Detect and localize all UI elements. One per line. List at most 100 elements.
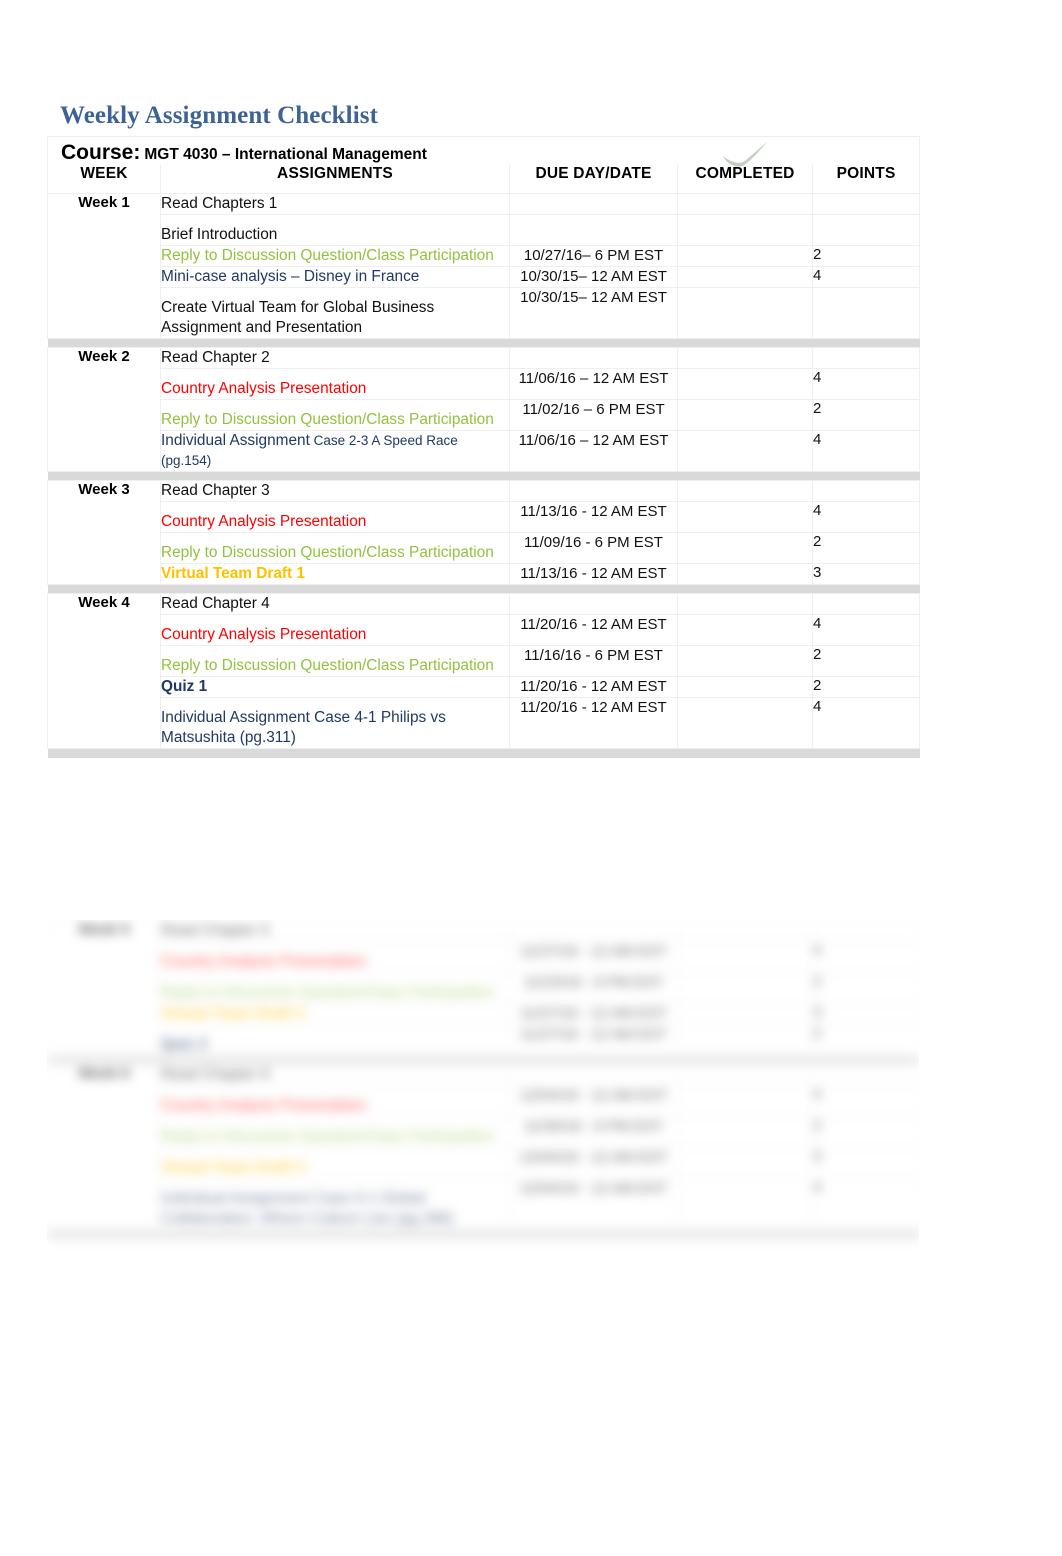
week-separator-segment — [160, 748, 510, 758]
assignment-cell: Reply to Discussion Question/Class Parti… — [160, 1116, 510, 1148]
due-date-text: 10/30/15– 12 AM EST — [520, 289, 667, 306]
points-value: 2 — [813, 1117, 822, 1134]
completed-cell[interactable] — [677, 645, 813, 677]
week-separator-segment — [509, 338, 678, 348]
assignment-cell: Country Analysis Presentation — [160, 1085, 510, 1117]
table-row: Week 2 Read Chapter 2 — [47, 347, 921, 472]
schedule-table: Course: MGT 4030 – International Manageme… — [46, 136, 921, 758]
completed-cell[interactable] — [677, 1024, 813, 1056]
week-separator-segment — [509, 1055, 678, 1065]
completed-cell[interactable] — [677, 347, 813, 369]
completed-cell[interactable] — [677, 214, 813, 246]
week-separator-segment — [509, 1229, 678, 1239]
completed-cell[interactable] — [677, 1116, 813, 1148]
points-cell — [811, 193, 921, 215]
due-date-text: 12/04/16 - 12 AM EST — [519, 1149, 668, 1166]
table-row: Quiz 2 11/27/16 - 12 AM EST 2 — [48, 1024, 919, 1056]
completed-cell[interactable] — [677, 1147, 813, 1179]
points-cell: 4 — [812, 1178, 919, 1230]
table-row: Country Analysis Presentation 12/04/16 - … — [48, 1085, 919, 1117]
due-date-text: 11/30/16 - 6 PM EST — [524, 1118, 663, 1135]
week-separator-segment — [509, 471, 678, 481]
completed-cell[interactable] — [677, 430, 813, 472]
week-separator-segment — [677, 1055, 813, 1065]
completed-cell[interactable] — [677, 501, 813, 533]
completed-cell[interactable] — [677, 1178, 813, 1230]
completed-cell[interactable] — [677, 593, 813, 615]
points-value: 3 — [813, 564, 822, 581]
table-row: Country Analysis Presentation 11/27/16 - … — [48, 941, 919, 973]
assignment-cell: Create Virtual Team for Global Business … — [160, 287, 510, 339]
completed-cell[interactable] — [677, 614, 813, 646]
due-date-cell: 12/04/16 - 12 AM EST — [509, 1085, 678, 1117]
week-label-cell: Week 2 — [47, 347, 161, 472]
points-cell: 4 — [811, 614, 921, 646]
week-separator-segment — [160, 338, 510, 348]
table-row: Create Virtual Team for Global Business … — [48, 287, 921, 339]
assignment-text: Read Chapter 2 — [161, 349, 270, 366]
due-date-cell — [509, 1064, 678, 1086]
assignment-text: Reply to Discussion Question/Class Parti… — [161, 1128, 494, 1145]
week-separator-segment — [160, 471, 510, 481]
points-cell: 4 — [812, 941, 919, 973]
completed-cell[interactable] — [677, 245, 813, 267]
assignment-cell: Read Chapter 5 — [160, 920, 510, 942]
completed-cell[interactable] — [677, 399, 813, 431]
document-page: Weekly Assignment Checklist Course: MGT 4… — [0, 0, 1062, 1556]
completed-cell[interactable] — [677, 266, 813, 288]
due-date-text: 11/23/16 - 6 PM EST — [524, 974, 663, 991]
course-value: MGT 4030 – International Management — [144, 146, 427, 163]
table-row: Quiz 1 11/20/16 - 12 AM EST 2 — [48, 676, 921, 698]
week-separator-segment — [47, 1055, 161, 1065]
assignment-cell: Individual Assignment Case 4-1 Philips v… — [160, 697, 510, 749]
completed-cell[interactable] — [677, 563, 813, 585]
table-row: Mini-case analysis – Disney in France 10/… — [48, 266, 921, 288]
assignment-text: Country Analysis Presentation — [161, 513, 367, 530]
completed-cell[interactable] — [677, 972, 813, 1004]
completed-cell[interactable] — [677, 941, 813, 973]
points-value: 4 — [813, 942, 822, 959]
table-row: Virtual Team Draft 3 12/04/16 - 12 AM EST… — [48, 1147, 919, 1179]
completed-cell[interactable] — [677, 287, 813, 339]
completed-cell[interactable] — [677, 697, 813, 749]
course-label: Course: — [61, 141, 141, 164]
due-date-text: 11/02/16 – 6 PM EST — [522, 401, 665, 418]
due-date-cell: 10/27/16– 6 PM EST — [509, 245, 678, 267]
points-cell — [812, 1064, 919, 1086]
table-row: Country Analysis Presentation 11/06/16 – … — [48, 368, 921, 400]
assignment-cell: Reply to Discussion Question/Class Parti… — [160, 532, 510, 564]
table-row: Reply to Discussion Question/Class Parti… — [48, 399, 921, 431]
assignment-text: Individual Assignment Case 4-1 Philips v… — [161, 709, 446, 746]
due-date-cell: 11/20/16 - 12 AM EST — [509, 676, 678, 698]
completed-cell[interactable] — [677, 368, 813, 400]
table-row: Individual Assignment Case 2-3 A Speed R… — [48, 430, 921, 472]
table-row: Week 5 Read Chapter 5 — [47, 920, 919, 1056]
due-date-cell: 11/09/16 - 6 PM EST — [509, 532, 678, 564]
completed-cell[interactable] — [677, 193, 813, 215]
assignment-cell: Reply to Discussion Question/Class Parti… — [160, 399, 510, 431]
table-row: Virtual Team Draft 2 11/27/16 - 12 AM EST… — [48, 1003, 919, 1025]
points-cell: 4 — [811, 368, 921, 400]
week-separator-segment — [677, 584, 813, 594]
due-date-text: 11/13/16 - 12 AM EST — [520, 503, 667, 520]
week-separator-segment — [677, 338, 813, 348]
due-date-cell: 11/23/16 - 6 PM EST — [509, 972, 678, 1004]
due-date-cell — [509, 920, 678, 942]
completed-cell[interactable] — [677, 920, 813, 942]
completed-cell[interactable] — [677, 1085, 813, 1117]
due-date-cell: 11/27/16 - 12 AM EST — [509, 1003, 678, 1025]
week-separator-segment — [509, 748, 678, 758]
completed-cell[interactable] — [677, 480, 813, 502]
completed-cell[interactable] — [677, 1003, 813, 1025]
assignment-cell: Read Chapters 1 — [160, 193, 510, 215]
due-date-cell: 11/20/16 - 12 AM EST — [509, 697, 678, 749]
points-cell: 2 — [811, 676, 921, 698]
completed-cell[interactable] — [677, 1064, 813, 1086]
assignment-text: Reply to Discussion Question/Class Parti… — [161, 411, 494, 428]
assignment-text: Read Chapter 3 — [161, 482, 270, 499]
completed-cell[interactable] — [677, 532, 813, 564]
completed-cell[interactable] — [677, 676, 813, 698]
week-separator-segment — [812, 1229, 919, 1239]
points-cell: 2 — [812, 1024, 919, 1056]
due-date-text: 11/09/16 - 6 PM EST — [524, 534, 663, 551]
